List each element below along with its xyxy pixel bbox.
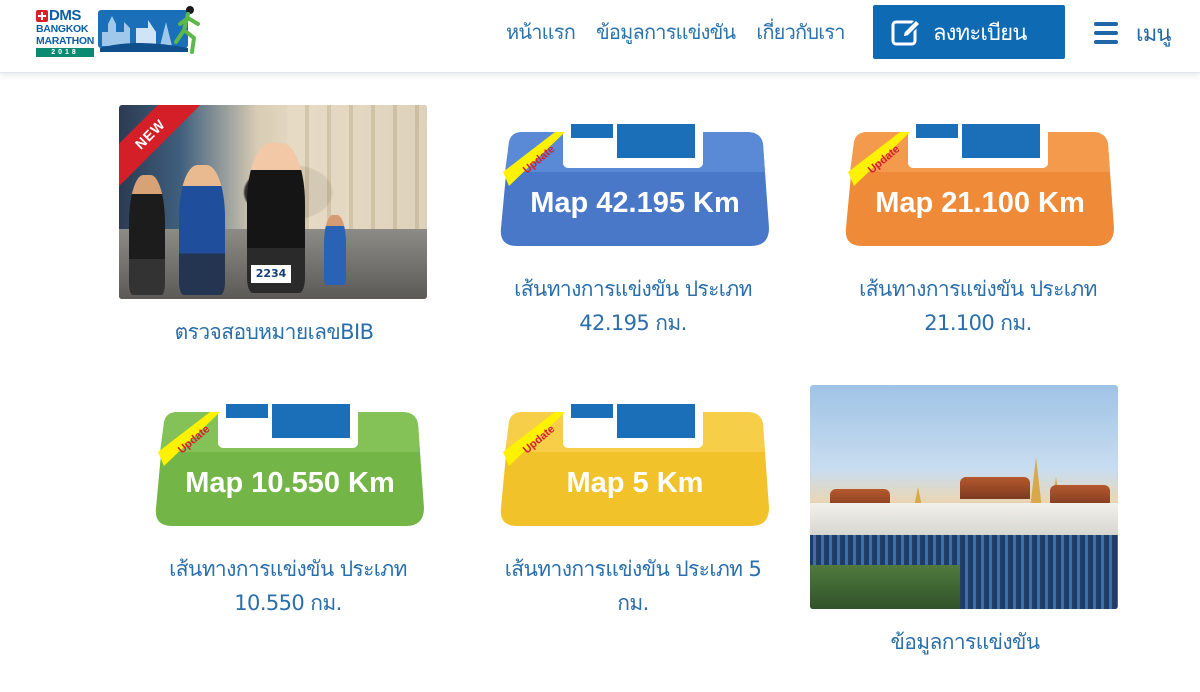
menu-label: เมนู [1136,21,1171,47]
card-map-5k[interactable]: Update Map 5 Km เส้นทางการแข่งขัน ประเภท… [478,392,788,620]
card-race-info[interactable]: ข้อมูลการแข่งขัน [810,385,1120,659]
main-nav: หน้าแรก ข้อมูลการแข่งขัน เกี่ยวกับเรา [506,16,866,48]
nav-race-info-link[interactable]: ข้อมูลการแข่งขัน [596,16,736,48]
nav-home-link[interactable]: หน้าแรก [506,16,576,48]
red-cross-icon [36,9,48,22]
map-21k-badge[interactable]: Update Map 21.100 Km [824,112,1132,262]
register-label: ลงทะเบียน [933,20,1027,46]
hamburger-icon [1094,22,1118,44]
map-42k-badge[interactable]: Update Map 42.195 Km [479,112,787,262]
card-map-21k[interactable]: Update Map 21.100 Km เส้นทางการแข่งขัน ป… [823,112,1133,340]
card-caption[interactable]: เส้นทางการแข่งขัน ประเภท 10.550 กม. [133,552,443,620]
logo-city: BANGKOK [36,23,89,35]
runner-skyline-icon [98,6,200,54]
logo-brand: DMS [49,7,81,24]
card-caption[interactable]: เส้นทางการแข่งขัน ประเภท 42.195 กม. [478,272,788,340]
map-10k-badge[interactable]: Update Map 10.550 Km [134,392,442,542]
logo-year: 2018 [36,48,94,57]
nav-about-link[interactable]: เกี่ยวกับเรา [756,16,845,48]
runners-photo[interactable]: 2234 NEW [119,105,427,299]
map-badge-text: Map 10.550 Km [185,467,395,499]
card-caption[interactable]: เส้นทางการแข่งขัน ประเภท 21.100 กม. [823,272,1133,340]
site-logo[interactable]: DMS BANGKOK MARATHON 2018 [36,2,208,62]
card-caption[interactable]: เส้นทางการแข่งขัน ประเภท 5 กม. [478,552,788,620]
register-button[interactable]: ลงทะเบียน [873,5,1065,59]
card-bib-check[interactable]: 2234 NEW ตรวจสอบหมายเลขBIB [119,105,429,349]
map-badge-text: Map 21.100 Km [875,187,1085,219]
edit-icon [891,18,921,46]
card-caption[interactable]: ตรวจสอบหมายเลขBIB [119,315,429,349]
menu-button[interactable]: เมนู [1094,16,1171,50]
logo-wordmark: DMS BANGKOK MARATHON 2018 [36,8,96,62]
map-badge-text: Map 5 Km [567,467,704,499]
logo-event: MARATHON [36,34,95,47]
site-header: DMS BANGKOK MARATHON 2018 หน้าแรก ข้อมูล… [0,0,1200,73]
card-map-42k[interactable]: Update Map 42.195 Km เส้นทางการแข่งขัน ป… [478,112,788,340]
map-badge-text: Map 42.195 Km [530,187,740,219]
card-map-10k[interactable]: Update Map 10.550 Km เส้นทางการแข่งขัน ป… [133,392,443,620]
map-5k-badge[interactable]: Update Map 5 Km [479,392,787,542]
grand-palace-photo[interactable] [810,385,1118,609]
card-caption[interactable]: ข้อมูลการแข่งขัน [810,625,1120,659]
bib-number: 2234 [251,265,291,283]
